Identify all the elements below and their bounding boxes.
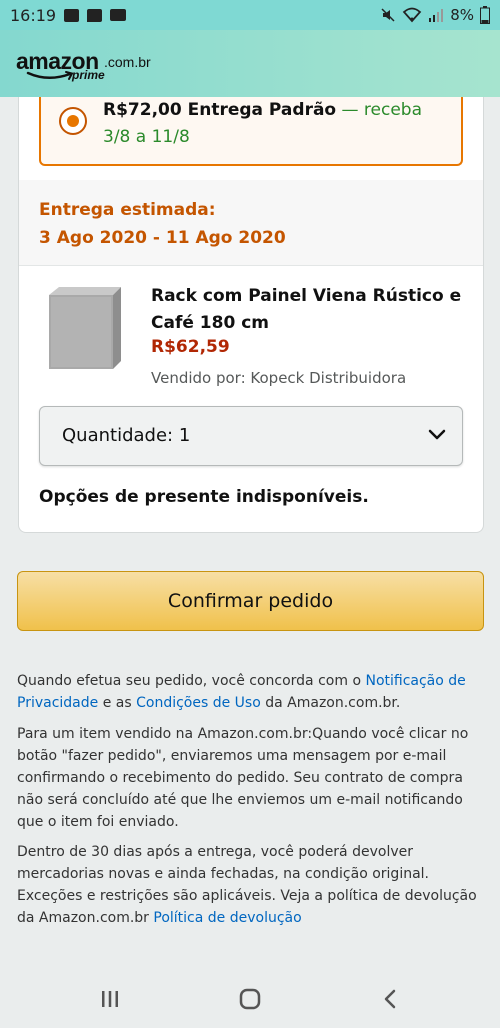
- signal-icon: [429, 9, 444, 22]
- mute-icon: [381, 8, 395, 22]
- shipping-option[interactable]: R$72,00 Entrega Padrão — receba 3/8 a 11…: [39, 97, 463, 166]
- quantity-dropdown[interactable]: Quantidade: 1: [39, 406, 463, 466]
- quantity-label: Quantidade: 1: [62, 425, 191, 446]
- gift-options-notice: Opções de presente indisponíveis.: [39, 487, 369, 507]
- chat-icon: [87, 8, 103, 22]
- return-policy-link[interactable]: Política de devolução: [153, 910, 301, 926]
- delivery-estimate: Entrega estimada: 3 Ago 2020 - 11 Ago 20…: [19, 180, 483, 266]
- shipping-radio[interactable]: [59, 107, 87, 135]
- data-icon: [110, 9, 127, 21]
- image-icon: [64, 8, 80, 22]
- legal-p1-before: Quando efetua seu pedido, você concorda …: [17, 673, 366, 689]
- chevron-down-icon: [428, 429, 446, 440]
- product-name[interactable]: Rack com Painel Viena Rústico e Café 180…: [151, 283, 471, 337]
- back-icon[interactable]: [377, 986, 403, 1012]
- return-policy-text: Dentro de 30 dias após a entrega, você p…: [17, 841, 479, 929]
- smile-arrow-icon: [26, 71, 74, 80]
- radio-selected-dot: [67, 115, 79, 127]
- shipping-price: R$72,00 Entrega Padrão: [103, 100, 337, 120]
- battery-percent: 8%: [450, 6, 474, 24]
- order-card: R$72,00 Entrega Padrão — receba 3/8 a 11…: [18, 97, 484, 533]
- delivery-title: Entrega estimada:: [39, 200, 216, 220]
- logo-domain: .com.br: [104, 54, 151, 70]
- wifi-icon: [402, 7, 422, 23]
- product-seller: Vendido por: Kopeck Distribuidora: [151, 369, 407, 387]
- confirm-order-button[interactable]: Confirmar pedido: [17, 571, 484, 631]
- amazon-header: amazon .com.br prime: [0, 30, 500, 97]
- privacy-agreement-text: Quando efetua seu pedido, você concorda …: [17, 670, 479, 714]
- order-confirmation-text: Para um item vendido na Amazon.com.br:Qu…: [17, 726, 469, 830]
- terms-of-use-link[interactable]: Condições de Uso: [136, 695, 261, 711]
- legal-p1-mid: e as: [98, 695, 137, 711]
- logo-prime: prime: [72, 68, 105, 82]
- battery-icon: [480, 6, 490, 24]
- status-left: 16:19: [10, 5, 127, 25]
- recents-icon[interactable]: [97, 986, 123, 1012]
- status-bar: 16:19 8%: [0, 0, 500, 30]
- amazon-prime-logo[interactable]: amazon .com.br prime: [16, 48, 166, 88]
- status-right: 8%: [380, 6, 490, 24]
- delivery-dates: 3 Ago 2020 - 11 Ago 2020: [39, 228, 286, 248]
- legal-p1-after: da Amazon.com.br.: [260, 695, 401, 711]
- shipping-option-text: R$72,00 Entrega Padrão — receba 3/8 a 11…: [103, 97, 443, 151]
- home-icon[interactable]: [237, 986, 263, 1012]
- status-time: 16:19: [10, 5, 57, 25]
- product-image[interactable]: [45, 285, 123, 369]
- product-price: R$62,59: [151, 337, 230, 357]
- android-nav-bar: [0, 968, 500, 1028]
